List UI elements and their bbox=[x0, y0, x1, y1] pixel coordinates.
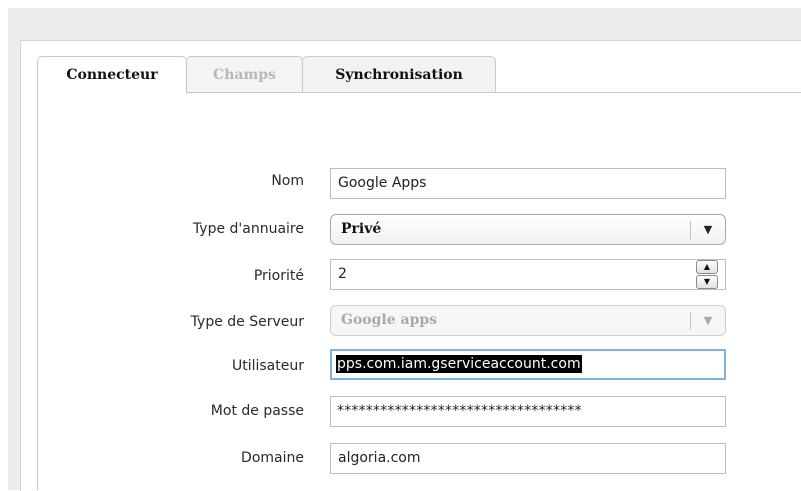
spin-up-icon[interactable]: ▲ bbox=[696, 260, 718, 274]
type-serveur-select: Google apps ▼ bbox=[330, 305, 726, 336]
tab-synchronisation[interactable]: Synchronisation bbox=[302, 56, 496, 92]
spinner-buttons: ▲ ▼ bbox=[696, 260, 722, 290]
tab-champs: Champs bbox=[186, 56, 303, 92]
priorite-label: Priorité bbox=[253, 268, 304, 284]
utilisateur-label: Utilisateur bbox=[231, 358, 304, 374]
priorite-value: 2 bbox=[338, 266, 347, 282]
spin-down-icon[interactable]: ▼ bbox=[696, 275, 718, 289]
select-separator bbox=[690, 221, 691, 239]
select-separator bbox=[690, 312, 691, 330]
utilisateur-input[interactable]: pps.com.iam.gserviceaccount.com bbox=[330, 349, 726, 380]
utilisateur-selected-text: pps.com.iam.gserviceaccount.com bbox=[336, 355, 582, 373]
chevron-down-icon: ▼ bbox=[703, 223, 713, 236]
type-serveur-label: Type de Serveur bbox=[190, 314, 304, 330]
tab-connecteur[interactable]: Connecteur bbox=[37, 56, 187, 94]
priorite-stepper[interactable]: 2 bbox=[330, 259, 726, 290]
type-annuaire-select[interactable]: Privé ▼ bbox=[330, 214, 726, 245]
mot-de-passe-label: Mot de passe bbox=[210, 403, 304, 419]
nom-input[interactable]: Google Apps bbox=[330, 168, 726, 199]
nom-label: Nom bbox=[271, 173, 304, 189]
domaine-label: Domaine bbox=[241, 450, 304, 466]
password-field[interactable]: ********************************** bbox=[330, 396, 726, 427]
tab-panel-connecteur bbox=[37, 93, 801, 490]
type-annuaire-value: Privé bbox=[341, 221, 382, 237]
type-serveur-value: Google apps bbox=[341, 312, 438, 328]
domaine-input[interactable]: algoria.com bbox=[330, 443, 726, 474]
chevron-down-icon: ▼ bbox=[703, 314, 713, 327]
type-annuaire-label: Type d'annuaire bbox=[192, 221, 304, 237]
